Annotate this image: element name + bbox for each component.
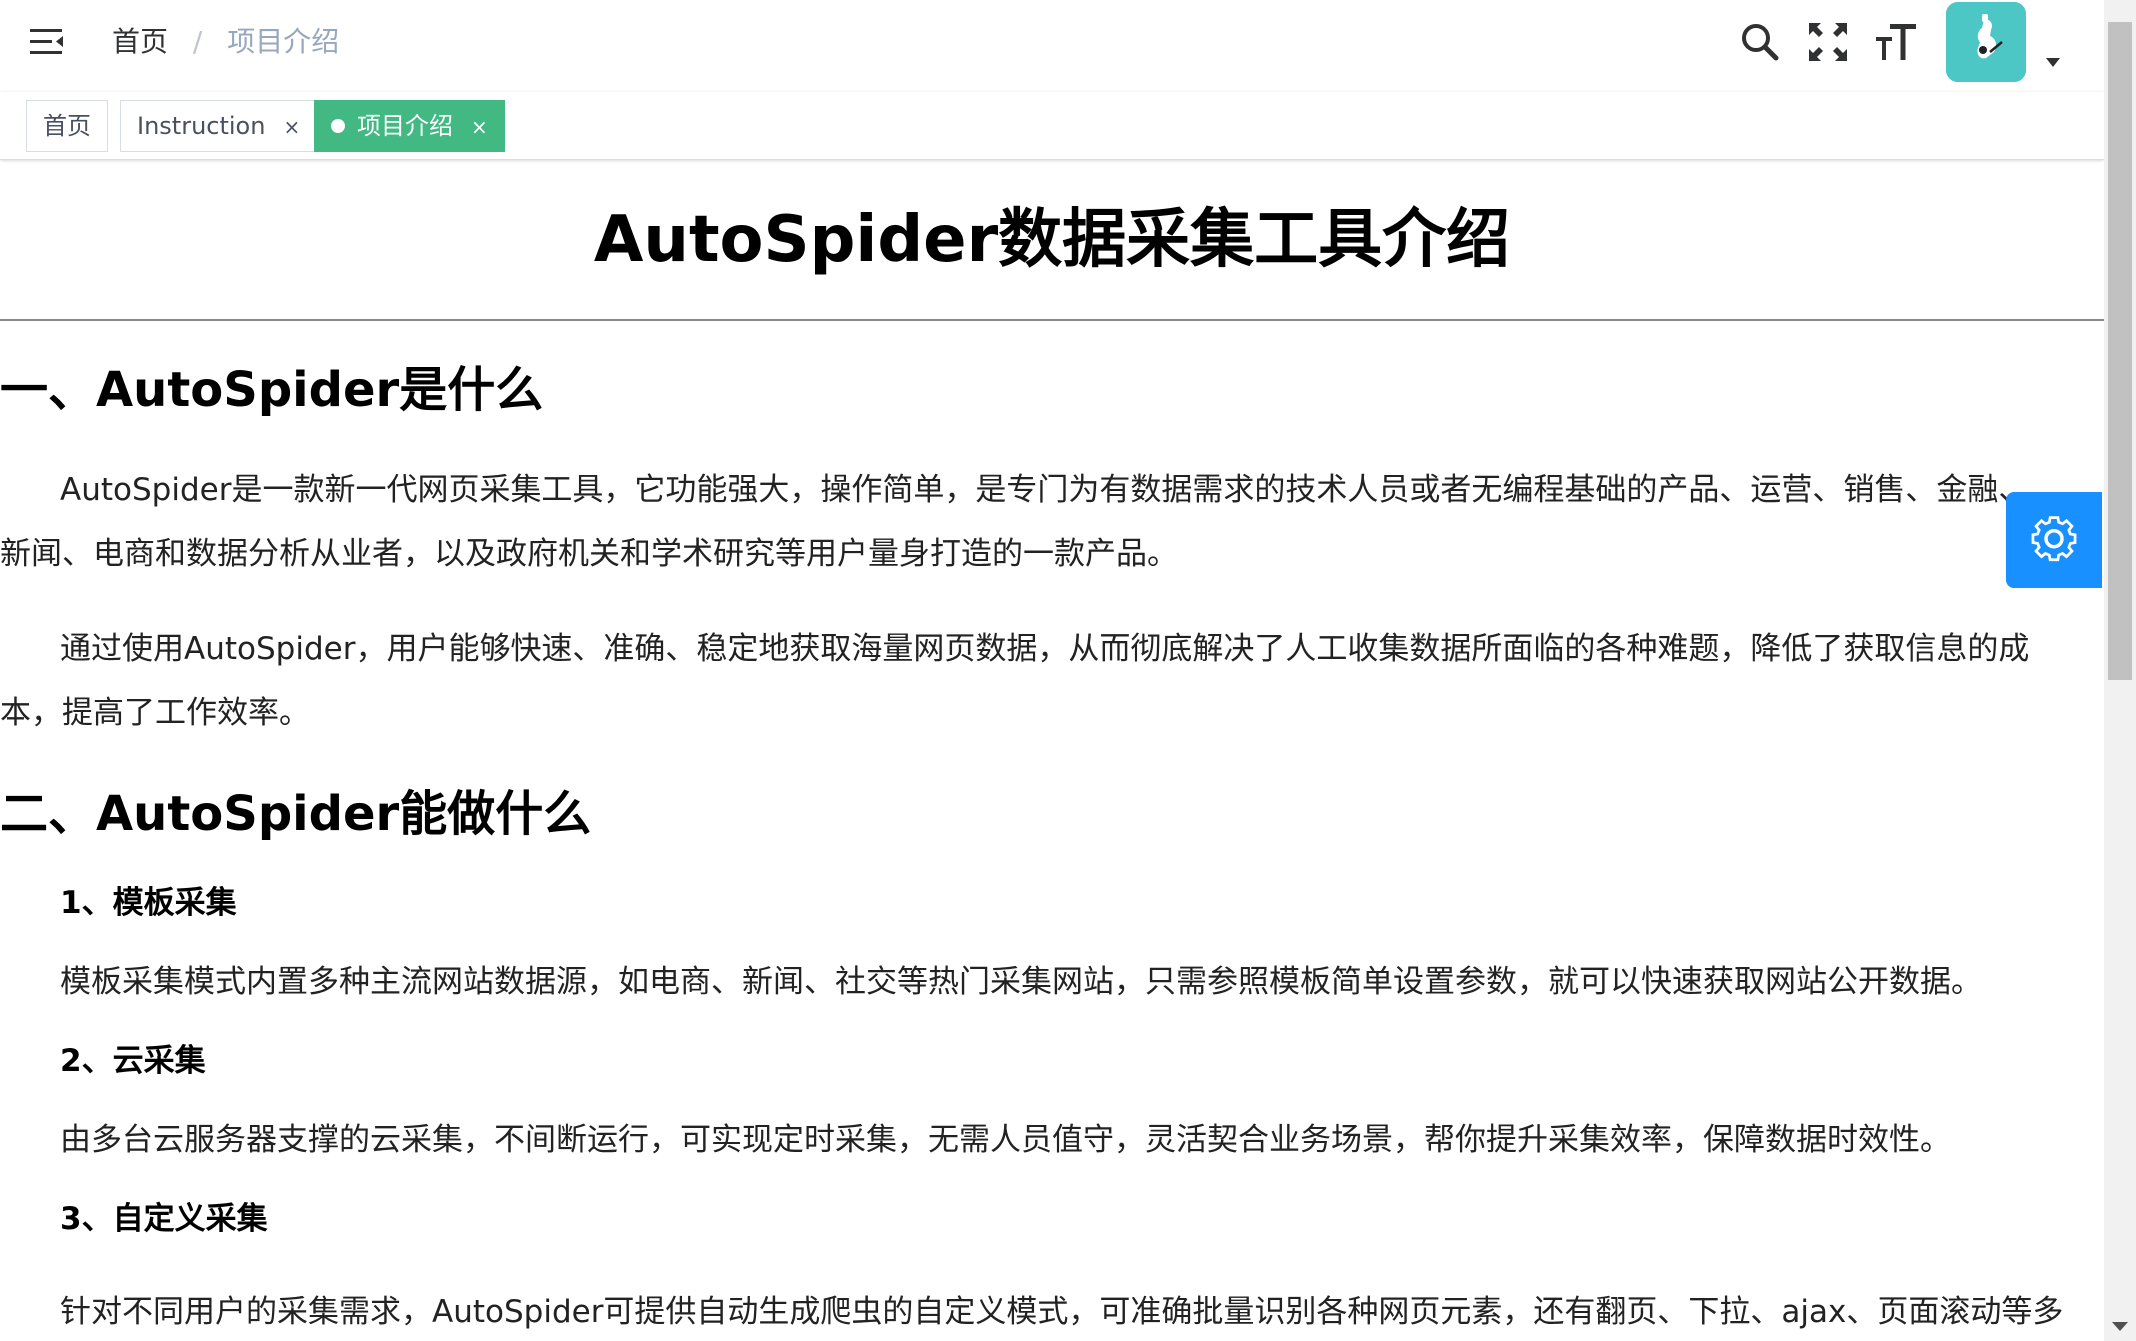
font-size-icon[interactable] <box>1874 20 1918 64</box>
close-icon[interactable]: × <box>283 115 300 139</box>
caret-down-icon[interactable] <box>2046 58 2060 67</box>
settings-button[interactable] <box>2006 492 2102 588</box>
active-dot-icon <box>331 119 345 133</box>
paragraph-line: 针对不同用户的采集需求，AutoSpider可提供自动生成爬虫的自定义模式，可准… <box>60 1294 2064 1330</box>
paragraph-line: 模板采集模式内置多种主流网站数据源，如电商、新闻、社交等热门采集网站，只需参照模… <box>60 964 1982 1000</box>
breadcrumb-separator: / <box>192 25 203 58</box>
page-title: AutoSpider数据采集工具介绍 <box>593 203 1511 277</box>
close-icon[interactable]: × <box>471 115 488 139</box>
paragraph-line: 本，提高了工作效率。 <box>0 695 310 731</box>
section-heading: 一、AutoSpider是什么 <box>0 362 544 418</box>
tag-label: 项目介绍 <box>357 112 453 140</box>
tag-project-intro[interactable]: 项目介绍 × <box>314 100 505 152</box>
tag-label: Instruction <box>137 112 266 140</box>
paragraph-line: 通过使用AutoSpider，用户能够快速、准确、稳定地获取海量网页数据，从而彻… <box>60 631 2030 667</box>
title-divider <box>0 319 2104 321</box>
paragraph-line: 由多台云服务器支撑的云采集，不间断运行，可实现定时采集，无需人员值守，灵活契合业… <box>60 1122 1951 1158</box>
main-content: AutoSpider数据采集工具介绍 一、AutoSpider是什么 AutoS… <box>0 160 2104 1341</box>
breadcrumb: 首页 / 项目介绍 <box>112 22 339 62</box>
navbar: 首页 / 项目介绍 <box>0 0 2104 92</box>
scroll-down-arrow-icon[interactable] <box>2112 1322 2128 1331</box>
section-heading: 二、AutoSpider能做什么 <box>0 786 592 842</box>
user-avatar[interactable] <box>1946 2 2026 82</box>
tag-label: 首页 <box>43 112 91 140</box>
breadcrumb-home[interactable]: 首页 <box>112 25 168 58</box>
search-icon[interactable] <box>1738 20 1782 64</box>
subsection-heading: 1、模板采集 <box>60 885 237 921</box>
fullscreen-icon[interactable] <box>1806 20 1850 64</box>
paragraph-line: 新闻、电商和数据分析从业者，以及政府机关和学术研究等用户量身打造的一款产品。 <box>0 536 1178 572</box>
breadcrumb-current: 项目介绍 <box>227 25 340 58</box>
subsection-heading: 3、自定义采集 <box>60 1201 268 1237</box>
gear-icon <box>2031 516 2077 562</box>
tag-instruction[interactable]: Instruction × <box>120 100 318 152</box>
tags-view: 首页 Instruction × 项目介绍 × <box>0 92 2104 160</box>
subsection-heading: 2、云采集 <box>60 1043 206 1079</box>
hamburger-menu-icon[interactable] <box>28 26 66 58</box>
tag-home[interactable]: 首页 <box>26 100 108 152</box>
paragraph-line: AutoSpider是一款新一代网页采集工具，它功能强大，操作简单，是专门为有数… <box>60 472 2030 508</box>
scrollbar-thumb[interactable] <box>2108 22 2132 680</box>
